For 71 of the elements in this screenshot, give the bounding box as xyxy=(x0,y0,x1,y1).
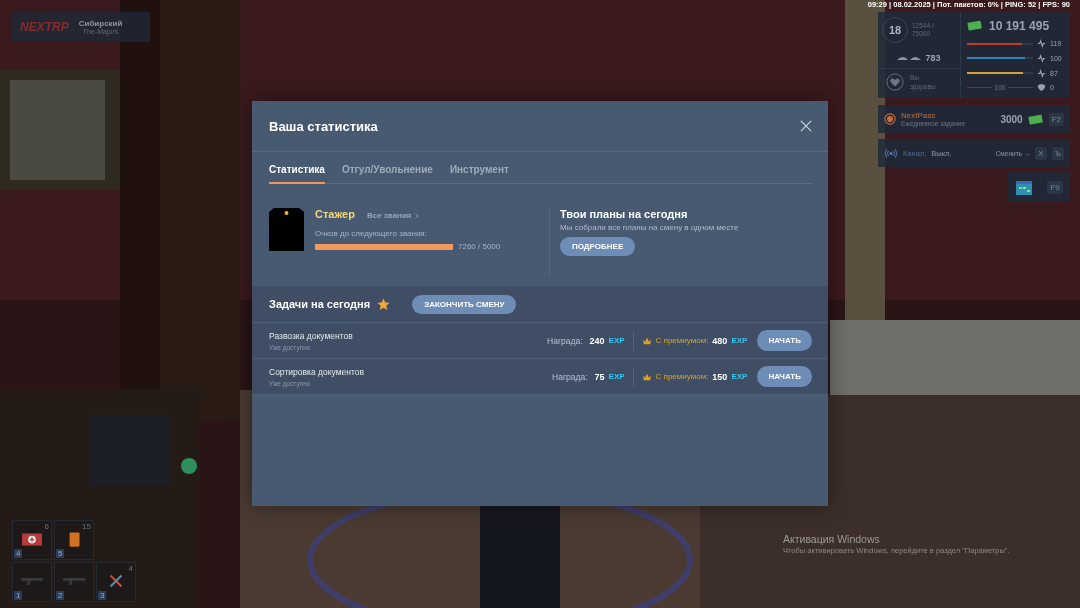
task-name: Развозка документов xyxy=(269,330,353,341)
task-name: Сортировка документов xyxy=(269,366,364,377)
record-icon xyxy=(884,113,896,125)
end-shift-button[interactable]: ЗАКОНЧИТЬ СМЕНУ xyxy=(412,294,517,314)
stat-bar xyxy=(967,57,1033,60)
item-count: 6 xyxy=(44,522,49,531)
gun-icon xyxy=(63,578,85,585)
slot-number: 3 xyxy=(98,591,107,600)
crown-icon xyxy=(641,372,652,381)
inventory-slot[interactable]: 6 4 xyxy=(12,520,52,560)
plans-text: Мы собрали все планы на смену в одном месте xyxy=(560,223,739,232)
server-name: Сибирский xyxy=(78,19,123,28)
activation-title: Активация Windows xyxy=(783,533,881,545)
reward-value: 240 xyxy=(589,335,605,346)
start-button[interactable]: НАЧАТЬ xyxy=(757,366,812,387)
rank-name: Стажер xyxy=(315,208,355,220)
key-hint: Ъ xyxy=(1051,146,1064,160)
inventory-slot[interactable]: 2 xyxy=(54,562,94,602)
cash-icon xyxy=(1027,113,1044,125)
crown-icon xyxy=(641,336,652,345)
slot-number: 1 xyxy=(14,591,23,600)
rank-badge-icon xyxy=(269,208,304,251)
start-button[interactable]: НАЧАТЬ xyxy=(757,330,812,351)
exp-unit: EXP xyxy=(608,372,625,381)
progress-label: Очков до следующего звания: xyxy=(315,229,428,238)
reputation-value: 783 xyxy=(925,53,941,63)
inventory-slot[interactable]: 4 3 xyxy=(96,562,136,602)
chevron-icon xyxy=(414,212,419,219)
star-icon xyxy=(377,297,391,311)
stat-bar xyxy=(967,42,1033,45)
slot-number: 4 xyxy=(14,549,23,558)
dialog-title: Ваша статистика xyxy=(269,118,378,134)
nextpass-title: NextPass xyxy=(901,111,937,120)
reward-label: Награда: xyxy=(547,335,583,346)
radio-icon xyxy=(884,147,898,159)
exp-unit: EXP xyxy=(731,372,748,381)
wings-icon xyxy=(897,54,922,62)
key-hint: F9 xyxy=(1047,180,1063,194)
exp-unit: EXP xyxy=(731,336,748,345)
tab[interactable]: Отгул/Увольнение xyxy=(341,164,433,184)
close-icon[interactable] xyxy=(800,120,812,132)
more-button[interactable]: ПОДРОБНЕЕ xyxy=(560,237,636,256)
calendar-icon xyxy=(1015,178,1034,196)
reward-amount: 3000 xyxy=(1000,113,1023,125)
premium-value: 480 xyxy=(712,335,728,346)
all-ranks-link[interactable]: Все звания xyxy=(366,211,419,220)
reward-label: Награда: xyxy=(552,371,588,382)
exp-unit: EXP xyxy=(608,336,625,345)
plans-title: Твои планы на сегодня xyxy=(560,208,689,220)
gun-icon xyxy=(21,578,43,585)
tab[interactable]: Инструмент xyxy=(449,164,509,184)
item-count: 4 xyxy=(128,564,133,573)
premium-label: С премиумом: xyxy=(655,372,709,381)
slot-number: 5 xyxy=(56,549,65,558)
inventory-slot[interactable]: 1 xyxy=(12,562,52,602)
tasks-title: Задачи на сегодня xyxy=(269,298,371,310)
item-count: 15 xyxy=(82,522,91,531)
progress-reading: 7260 / 5000 xyxy=(458,242,501,251)
cash-icon xyxy=(967,20,983,32)
key-hint: F2 xyxy=(1048,112,1064,126)
premium-value: 150 xyxy=(712,371,728,382)
key-hint: X xyxy=(1035,146,1047,160)
slot-number: 2 xyxy=(56,591,65,600)
logo: NEXTRP xyxy=(20,20,69,34)
tab[interactable]: Статистика xyxy=(269,164,325,184)
inventory-slot[interactable]: 15 5 xyxy=(54,520,94,560)
reward-value: 75 xyxy=(594,371,605,382)
premium-label: С премиумом: xyxy=(655,336,709,345)
stat-bar xyxy=(967,72,1033,75)
money-amount: 10 191 495 xyxy=(989,18,1050,33)
shield-icon xyxy=(1037,83,1046,93)
